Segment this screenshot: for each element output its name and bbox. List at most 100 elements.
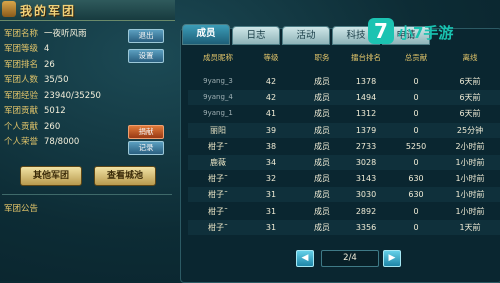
next-page-button[interactable]: ▶ — [383, 250, 401, 267]
info-value: 78/8000 — [44, 137, 80, 147]
info-value: 一夜听风雨 — [44, 29, 87, 39]
cell-role: 成员 — [314, 222, 330, 232]
title-bar: 我的军团 — [0, 0, 175, 21]
info-label: 军团等级 — [4, 44, 39, 54]
info-row: 军团排名 26 — [4, 58, 55, 72]
tab-2[interactable]: 活动 — [282, 26, 330, 45]
guild-notice-label: 军团公告 — [4, 204, 39, 214]
info-row: 军团贡献 5012 — [4, 104, 66, 118]
column-header: 职务 — [314, 53, 330, 62]
cell-contrib: 0 — [413, 158, 419, 167]
cell-rank: 3030 — [355, 190, 377, 200]
table-row[interactable]: 鹿薇 34 成员 3028 0 1小时前 — [188, 155, 500, 170]
cell-contrib: 0 — [413, 93, 419, 103]
cell-level: 42 — [265, 77, 277, 86]
cell-role: 成员 — [314, 93, 330, 103]
info-row: 军团人数 35/50 — [4, 73, 69, 87]
info-value: 4 — [44, 44, 50, 54]
other-guilds-button[interactable]: 其他军团 — [20, 166, 82, 186]
cell-name: 柑子˜ — [208, 206, 228, 216]
column-header: 成员昵称 — [203, 53, 233, 62]
cell-name: 柑子˜ — [208, 190, 228, 200]
cell-role: 成员 — [314, 125, 330, 135]
table-row[interactable]: 柑子˜ 32 成员 3143 630 1小时前 — [188, 171, 500, 186]
info-label: 军团人数 — [4, 75, 39, 85]
info-row: 个人荣誉 78/8000 — [4, 135, 79, 149]
cell-level: 41 — [265, 109, 277, 119]
info-label: 个人贡献 — [4, 122, 39, 132]
info-value: 5012 — [44, 106, 66, 116]
cell-name: 丽阳 — [210, 125, 226, 135]
cell-offline: 1小时前 — [455, 158, 485, 167]
guild-info-panel: 军团名称 一夜听风雨 军团等级 4 军团排名 26 军团人数 35/50 军团经验 23940/3… — [0, 22, 175, 281]
cell-contrib: 0 — [413, 206, 419, 216]
info-value: 23940/35250 — [44, 91, 101, 101]
cell-rank: 1312 — [355, 109, 377, 119]
exit-guild-button[interactable]: 退出 — [128, 29, 164, 43]
table-row[interactable]: 柑子˜ 31 成员 3356 0 1天前 — [188, 219, 500, 235]
table-row[interactable]: 柑子˜ 31 成员 3030 630 1小时前 — [188, 187, 500, 203]
cell-offline: 6天前 — [459, 77, 481, 86]
info-label: 军团名称 — [4, 29, 39, 39]
prev-page-button[interactable]: ◀ — [296, 250, 314, 267]
tab-0[interactable]: 成员 — [182, 24, 230, 45]
cell-offline: 1小时前 — [455, 190, 485, 200]
cell-rank: 3028 — [355, 158, 377, 167]
pagination: ◀ 2/4 ▶ — [296, 250, 402, 267]
info-value: 35/50 — [44, 75, 69, 85]
table-row[interactable]: 9yang_1 41 成员 1312 0 6天前 — [188, 106, 500, 121]
cell-name: 9yang_4 — [203, 93, 233, 102]
cell-offline: 1小时前 — [455, 174, 485, 184]
cell-role: 成员 — [314, 109, 330, 119]
info-row: 军团经验 23940/35250 — [4, 89, 101, 103]
cell-role: 成员 — [314, 190, 330, 200]
cell-offline: 1天前 — [459, 222, 481, 232]
cell-name: 柑子˜ — [208, 222, 228, 232]
cell-contrib: 5250 — [405, 141, 427, 151]
honor-record-button[interactable]: 记录 — [128, 141, 164, 155]
table-row[interactable]: 9yang_4 42 成员 1494 0 6天前 — [188, 90, 500, 106]
cell-role: 成员 — [314, 77, 330, 86]
info-value: 26 — [44, 60, 55, 70]
table-row[interactable]: 9yang_3 42 成员 1378 0 6天前 — [188, 74, 500, 89]
table-row[interactable]: 柑子˜ 31 成员 2892 0 1小时前 — [188, 204, 500, 219]
column-header: 等级 — [263, 53, 279, 62]
info-label: 军团排名 — [4, 60, 39, 70]
page-title: 我的军团 — [20, 4, 77, 18]
column-header: 擂台排名 — [351, 53, 381, 62]
cell-offline: 1小时前 — [455, 206, 485, 216]
table-row[interactable]: 丽阳 39 成员 1379 0 25分钟 — [188, 122, 500, 138]
cell-role: 成员 — [314, 141, 330, 151]
cell-rank: 1379 — [355, 125, 377, 135]
cell-name: 柑子˜ — [208, 141, 228, 151]
cell-offline: 25分钟 — [456, 125, 484, 135]
cell-contrib: 0 — [413, 109, 419, 119]
watermark-text: 小7手游 — [398, 24, 454, 42]
cell-level: 42 — [265, 93, 277, 103]
cell-offline: 6天前 — [459, 109, 481, 119]
cell-name: 鹿薇 — [210, 158, 226, 167]
info-row: 军团名称 一夜听风雨 — [4, 27, 87, 41]
cell-rank: 3143 — [355, 174, 377, 184]
info-label: 军团经验 — [4, 91, 39, 101]
settings-button[interactable]: 设置 — [128, 49, 164, 63]
watermark-icon: 7 — [368, 18, 394, 44]
cell-role: 成员 — [314, 174, 330, 184]
cell-rank: 2733 — [355, 141, 377, 151]
cell-contrib: 0 — [413, 222, 419, 232]
info-label: 个人荣誉 — [4, 137, 39, 147]
game-window: 我的军团 军团名称 一夜听风雨 军团等级 4 军团排名 26 军团人数 35/50 军团经验 23… — [0, 0, 500, 283]
cell-name: 9yang_1 — [203, 109, 233, 118]
info-label: 军团贡献 — [4, 106, 39, 116]
table-row[interactable]: 柑子˜ 38 成员 2733 5250 2小时前 — [188, 139, 500, 154]
column-header: 总贡献 — [404, 53, 428, 62]
cell-level: 32 — [265, 174, 277, 184]
watermark-logo: 7 小7手游 — [368, 18, 500, 46]
cell-rank: 2892 — [355, 206, 377, 216]
donate-button[interactable]: 捐献 — [128, 125, 164, 139]
view-city-button[interactable]: 查看城池 — [94, 166, 156, 186]
cell-rank: 3356 — [355, 222, 377, 232]
tab-1[interactable]: 日志 — [232, 26, 280, 45]
cell-level: 34 — [265, 158, 277, 167]
cell-contrib: 0 — [413, 77, 419, 86]
